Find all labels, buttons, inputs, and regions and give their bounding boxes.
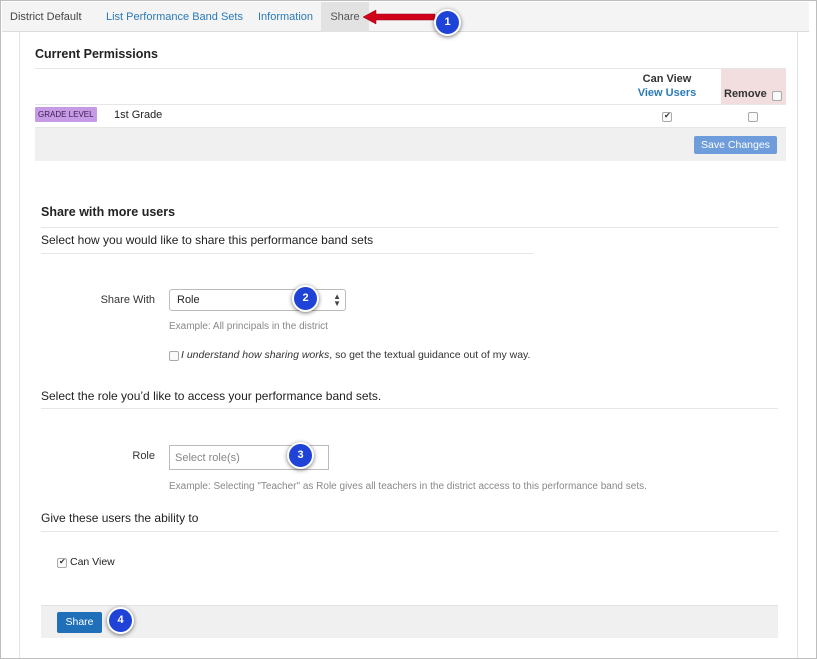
role-label: Role: [132, 450, 155, 462]
share-with-help: Example: All principals in the district: [169, 321, 328, 332]
tab-share[interactable]: Share: [321, 2, 369, 32]
share-with-label: Share With: [100, 294, 155, 306]
role-help: Example: Selecting "Teacher" as Role giv…: [169, 481, 647, 492]
save-changes-button[interactable]: Save Changes: [694, 136, 777, 154]
understand-checkbox[interactable]: [169, 351, 179, 361]
callout-1: 1: [434, 9, 461, 36]
permissions-footer: [35, 128, 786, 161]
tab-list-performance-band-sets[interactable]: List Performance Band Sets: [98, 2, 251, 32]
divider: [35, 68, 786, 69]
annotation-arrow-icon: [363, 9, 436, 25]
share-subtitle: Select how you would like to share this …: [41, 233, 374, 247]
can-view-permission-label: Can View: [70, 556, 115, 568]
callout-3: 3: [287, 442, 314, 469]
share-with-select[interactable]: Role ▲ ▼: [169, 289, 346, 311]
remove-all-checkbox[interactable]: [772, 91, 782, 101]
column-header-remove: Remove: [721, 69, 786, 104]
remove-label: Remove: [724, 88, 767, 100]
role-section-title: Select the role you’d like to access you…: [41, 389, 382, 403]
divider: [41, 408, 778, 409]
share-section-title: Share with more users: [41, 205, 176, 219]
remove-checkbox[interactable]: [748, 112, 758, 122]
tab-information[interactable]: Information: [250, 2, 321, 32]
share-button[interactable]: Share: [57, 612, 102, 633]
divider: [41, 227, 778, 228]
app-window: District Default List Performance Band S…: [0, 0, 817, 659]
understand-italic-text: I understand how sharing works: [181, 349, 330, 361]
column-header-can-view: Can View: [642, 73, 692, 85]
view-users-link[interactable]: View Users: [629, 87, 705, 99]
grade-level-badge: GRADE LEVEL: [35, 107, 97, 122]
understand-label: I understand how sharing works, so get t…: [181, 349, 530, 361]
callout-4: 4: [107, 607, 134, 634]
select-arrows-icon: ▲ ▼: [333, 292, 341, 308]
divider: [35, 104, 786, 105]
tab-district-default[interactable]: District Default: [2, 2, 90, 32]
callout-2: 2: [292, 285, 319, 312]
understand-rest-text: , so get the textual guidance out of my …: [329, 349, 531, 361]
ability-section-title: Give these users the ability to: [41, 511, 199, 525]
content-panel: [19, 32, 798, 658]
divider: [41, 531, 778, 532]
row-name: 1st Grade: [114, 109, 163, 121]
share-with-value: Role: [177, 294, 200, 306]
can-view-checkbox[interactable]: [662, 111, 672, 122]
share-footer: [41, 605, 778, 638]
current-permissions-title: Current Permissions: [35, 47, 158, 61]
divider: [41, 253, 533, 254]
can-view-permission-checkbox[interactable]: [57, 557, 67, 568]
